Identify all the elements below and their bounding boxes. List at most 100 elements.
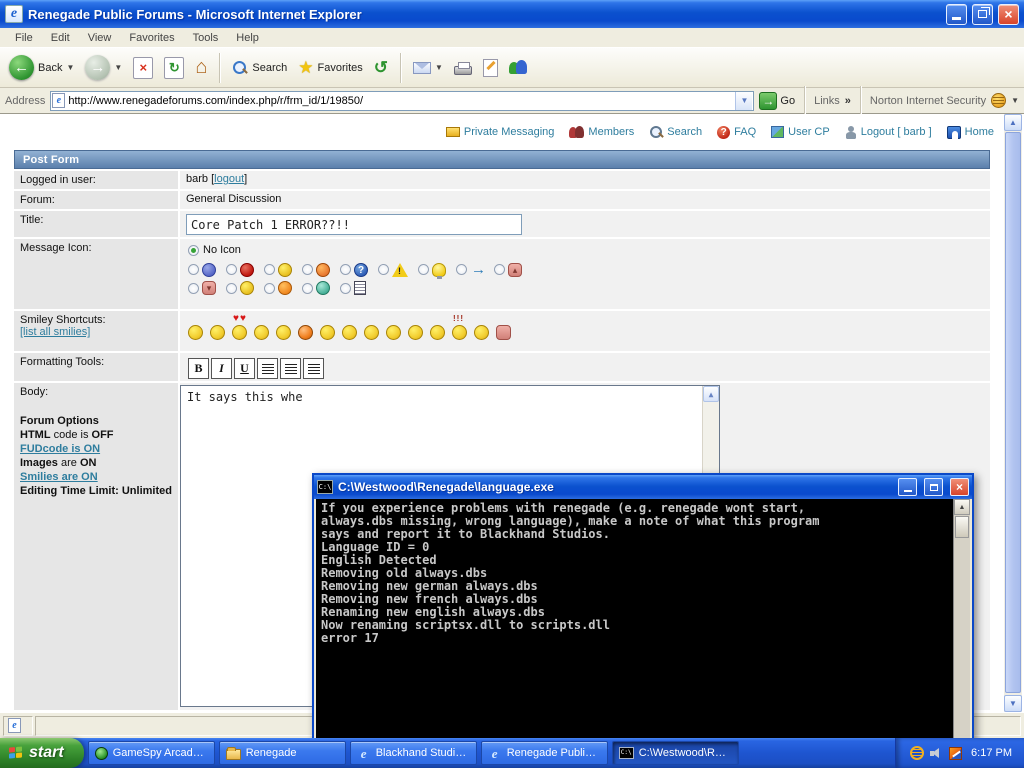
fudcode-link[interactable]: FUDcode is ON [20, 443, 100, 455]
links-chevron-icon[interactable]: » [845, 95, 851, 107]
post-icon-option-warning[interactable] [378, 262, 408, 277]
minimize-button[interactable] [946, 4, 967, 25]
menu-help[interactable]: Help [227, 30, 268, 46]
page-scrollbar[interactable]: ▲ ▼ [1004, 114, 1022, 712]
post-icon-option-arrow-right[interactable] [456, 263, 484, 277]
post-icon-option-grin-teal[interactable] [302, 281, 330, 295]
scroll-up-icon[interactable]: ▲ [703, 386, 719, 402]
smiley-laugh[interactable] [430, 325, 445, 340]
logout-link[interactable]: logout [214, 173, 244, 185]
smiley-smile[interactable] [386, 325, 401, 340]
mail-button[interactable]: ▼ [410, 60, 446, 76]
task-button-renegade-forums[interactable]: Renegade Public For... [481, 741, 608, 765]
smiley-rolleyes[interactable] [474, 325, 489, 340]
address-dropdown-icon[interactable]: ▼ [735, 92, 752, 110]
nav-link-faq[interactable]: FAQ [717, 126, 756, 139]
smiley-plain[interactable] [342, 325, 357, 340]
radio-button[interactable] [302, 264, 313, 275]
scrollbar-thumb[interactable] [955, 516, 969, 538]
radio-button[interactable] [264, 264, 275, 275]
volume-icon[interactable] [930, 747, 943, 759]
menu-view[interactable]: View [79, 30, 121, 46]
tray-globe-icon[interactable] [910, 746, 924, 760]
smiley-mad[interactable] [276, 325, 291, 340]
cmd-close-button[interactable]: × [950, 478, 969, 496]
back-dropdown-icon[interactable]: ▼ [66, 63, 74, 72]
history-button[interactable]: ↺ [371, 56, 391, 80]
post-icon-option-mad-red[interactable] [226, 263, 254, 277]
format-button-align-right[interactable] [303, 358, 324, 379]
command-prompt-window[interactable]: C:\ C:\Westwood\Renegade\language.exe × … [312, 473, 974, 768]
radio-button[interactable] [456, 264, 467, 275]
menu-edit[interactable]: Edit [42, 30, 79, 46]
radio-button[interactable] [378, 264, 389, 275]
cmd-minimize-button[interactable] [898, 478, 917, 496]
scrollbar-thumb[interactable] [1005, 132, 1021, 693]
start-button[interactable]: start [0, 738, 84, 768]
post-icon-option-note[interactable] [340, 281, 366, 295]
print-button[interactable] [451, 58, 475, 77]
favorites-button[interactable]: ★ Favorites [295, 56, 366, 80]
go-button[interactable]: → Go [759, 92, 795, 110]
format-button-align-left[interactable] [257, 358, 278, 379]
back-button[interactable]: ← Back ▼ [6, 53, 77, 82]
nav-link-members[interactable]: Members [569, 126, 634, 138]
nav-link-logout[interactable]: Logout [ barb ] [845, 126, 932, 139]
scroll-up-icon[interactable]: ▲ [1004, 114, 1022, 131]
post-icon-option-question-blue[interactable] [340, 263, 368, 277]
cmd-maximize-button[interactable] [924, 478, 943, 496]
task-button-cmd-window[interactable]: C:\Westwood\Rene... [612, 741, 739, 765]
home-button[interactable]: ⌂ [192, 54, 210, 81]
no-icon-option[interactable]: No Icon [188, 244, 984, 256]
stop-button[interactable]: × [130, 55, 156, 81]
radio-button[interactable] [340, 264, 351, 275]
menu-favorites[interactable]: Favorites [120, 30, 183, 46]
post-icon-option-thumbs-down[interactable] [188, 281, 216, 295]
scroll-up-icon[interactable]: ▲ [954, 499, 970, 515]
mail-dropdown-icon[interactable]: ▼ [435, 63, 443, 72]
radio-button[interactable] [188, 264, 199, 275]
links-label[interactable]: Links [814, 95, 840, 107]
format-button-italic[interactable]: I [211, 358, 232, 379]
post-icon-option-cool-orange[interactable] [302, 263, 330, 277]
norton-dropdown-icon[interactable]: ▼ [1011, 96, 1019, 105]
smilies-link[interactable]: Smilies are ON [20, 471, 98, 483]
address-url[interactable]: http://www.renegadeforums.com/index.php/… [68, 95, 732, 107]
edit-button[interactable] [480, 57, 501, 79]
format-button-underline[interactable]: U [234, 358, 255, 379]
forward-dropdown-icon[interactable]: ▼ [114, 63, 122, 72]
smiley-exclaim[interactable]: !!! [452, 325, 467, 340]
scroll-down-icon[interactable]: ▼ [1004, 695, 1022, 712]
radio-button[interactable] [264, 283, 275, 294]
post-icon-option-neutral-yellow[interactable] [264, 263, 292, 277]
smiley-thumbs[interactable] [496, 325, 511, 340]
smiley-blush[interactable] [298, 325, 313, 340]
refresh-button[interactable]: ↻ [161, 55, 187, 81]
no-icon-radio[interactable] [188, 245, 199, 256]
radio-button[interactable] [340, 283, 351, 294]
messenger-button[interactable] [506, 58, 530, 78]
task-button-blackhand-studios[interactable]: Blackhand Studios h... [350, 741, 477, 765]
nav-link-search[interactable]: Search [649, 125, 702, 139]
radio-button[interactable] [226, 264, 237, 275]
smiley-wink2[interactable] [408, 325, 423, 340]
console-scrollbar[interactable]: ▲ ▼ [953, 499, 970, 768]
forward-button[interactable]: → ▼ [82, 53, 125, 82]
radio-button[interactable] [418, 264, 429, 275]
cmd-titlebar[interactable]: C:\ C:\Westwood\Renegade\language.exe × [314, 475, 972, 499]
search-button[interactable]: Search [229, 58, 290, 78]
menu-tools[interactable]: Tools [184, 30, 228, 46]
clock[interactable]: 6:17 PM [971, 747, 1012, 759]
radio-button[interactable] [188, 283, 199, 294]
smiley-neutral[interactable] [254, 325, 269, 340]
title-input[interactable] [186, 214, 522, 235]
radio-button[interactable] [302, 283, 313, 294]
format-button-bold[interactable]: B [188, 358, 209, 379]
smiley-straight[interactable] [210, 325, 225, 340]
restore-button[interactable] [972, 4, 993, 25]
nav-link-private-messaging[interactable]: Private Messaging [446, 126, 555, 138]
address-input[interactable]: e http://www.renegadeforums.com/index.ph… [50, 91, 754, 111]
smiley-wink[interactable] [188, 325, 203, 340]
norton-tray-icon[interactable] [949, 747, 962, 760]
post-icon-option-smile-yellow[interactable] [226, 281, 254, 295]
